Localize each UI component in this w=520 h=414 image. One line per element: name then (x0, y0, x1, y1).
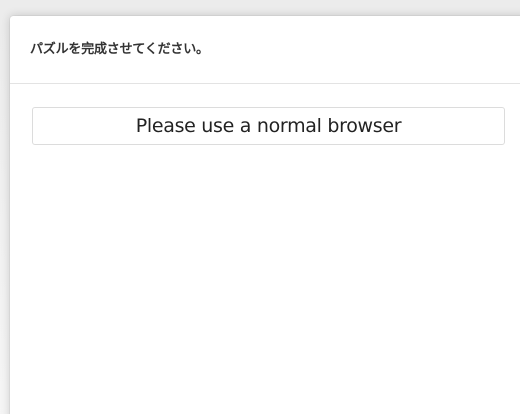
dialog-header: パズルを完成させてください。 (10, 16, 520, 84)
browser-notice-box[interactable]: Please use a normal browser (32, 107, 505, 145)
dialog-body: Please use a normal browser (10, 84, 520, 414)
browser-notice-text: Please use a normal browser (135, 115, 402, 137)
instruction-text: パズルを完成させてください。 (30, 42, 209, 57)
captcha-dialog: パズルを完成させてください。 Please use a normal brows… (10, 16, 520, 414)
